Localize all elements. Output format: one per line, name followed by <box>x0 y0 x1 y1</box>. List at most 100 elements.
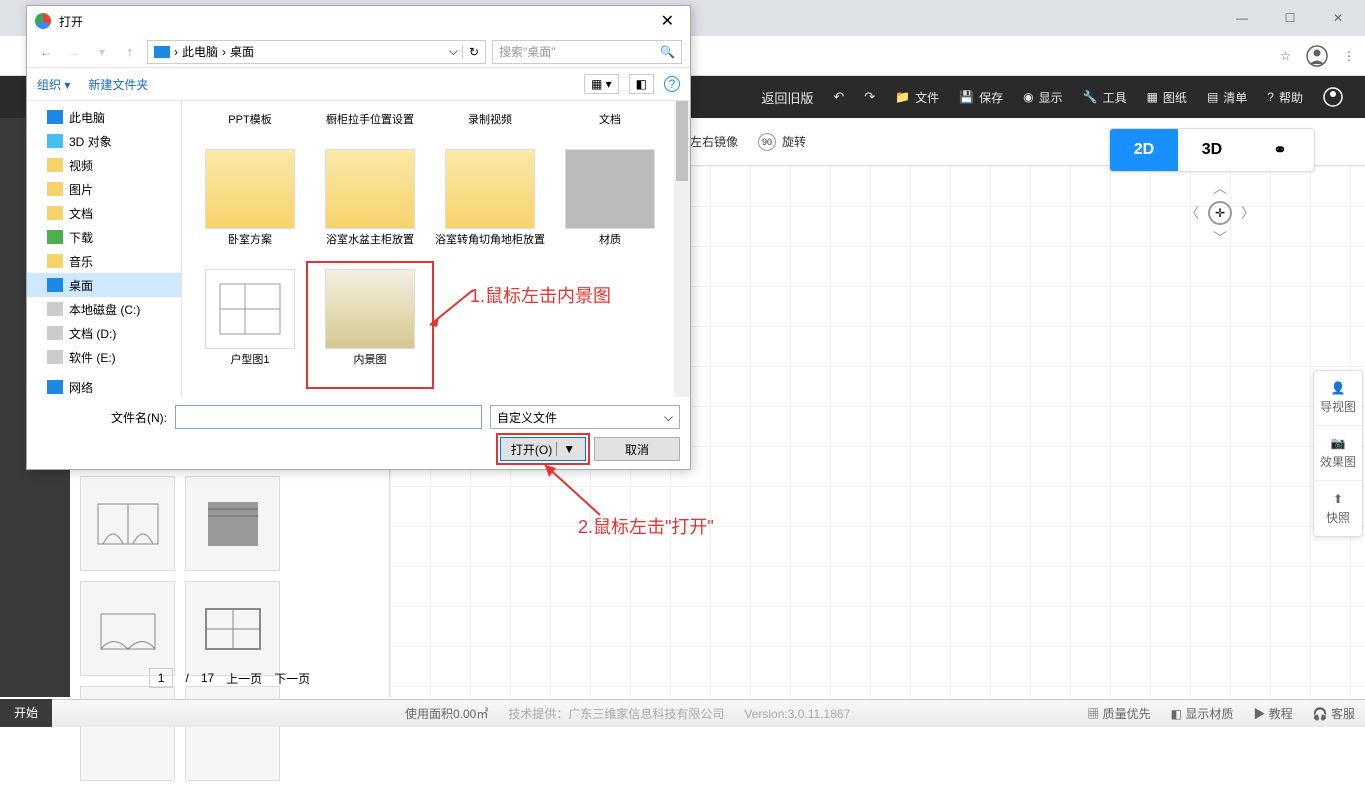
search-icon: 🔍 <box>660 45 675 59</box>
open-dropdown-icon[interactable]: ▼ <box>556 442 575 456</box>
preview-pane-button[interactable]: ◧ <box>629 74 654 94</box>
tree-3d-objects[interactable]: 3D 对象 <box>27 129 181 153</box>
toolbar-undo-icon[interactable]: ↶ <box>823 76 854 118</box>
view-walk-button[interactable]: ⚭ <box>1246 129 1314 171</box>
toolbar-back-old[interactable]: 返回旧版 <box>751 76 823 118</box>
tree-pictures[interactable]: 图片 <box>27 177 181 201</box>
path-dropdown-icon[interactable]: ⌵ <box>449 44 458 59</box>
toolbar-list[interactable]: ▤清单 <box>1197 76 1257 118</box>
nav-compass[interactable]: ︿ ﹀ 〈 〉 ✛ <box>1185 178 1255 248</box>
bookmark-star-icon[interactable]: ☆ <box>1280 49 1291 63</box>
path-segment[interactable]: 桌面 <box>230 43 254 60</box>
chevron-down-icon: ⌵ <box>664 410 673 425</box>
window-close-button[interactable]: ✕ <box>1323 3 1353 33</box>
file-item[interactable]: 户型图1 <box>190 265 310 385</box>
path-refresh-icon[interactable]: ↻ <box>462 45 479 59</box>
dialog-close-button[interactable]: ✕ <box>653 11 682 31</box>
file-item[interactable]: 文档 <box>550 109 670 145</box>
status-bar: 开始 使用面积0.00㎡ 技术提供：广东三维家信息科技有限公司 Version:… <box>0 699 1365 727</box>
view-3d-button[interactable]: 3D <box>1178 129 1246 171</box>
tree-desktop[interactable]: 桌面 <box>27 273 181 297</box>
nav-right-icon[interactable]: 〉 <box>1241 203 1255 223</box>
disk-icon <box>47 326 63 340</box>
wrench-icon: 🔧 <box>1083 90 1098 104</box>
asset-thumbnail[interactable] <box>80 581 175 676</box>
nav-recent-button[interactable]: ▾ <box>91 41 113 63</box>
toolbar-file[interactable]: 📁文件 <box>885 76 949 118</box>
window-maximize-button[interactable]: ☐ <box>1275 3 1305 33</box>
status-material[interactable]: ◧ 显示材质 <box>1171 705 1234 722</box>
file-item[interactable]: PPT模板 <box>190 109 310 145</box>
nav-center-icon[interactable]: ✛ <box>1208 201 1232 225</box>
nav-back-button[interactable]: ← <box>35 41 57 63</box>
nav-left-icon[interactable]: 〈 <box>1185 203 1199 223</box>
tree-this-pc[interactable]: 此电脑 <box>27 105 181 129</box>
file-thumb <box>205 269 295 349</box>
nav-view-button[interactable]: 👤导视图 <box>1314 371 1362 426</box>
snapshot-button[interactable]: ⬆快照 <box>1314 481 1362 536</box>
toolbar-tools[interactable]: 🔧工具 <box>1073 76 1137 118</box>
start-button[interactable]: 开始 <box>0 699 52 727</box>
tree-doc-d[interactable]: 文档 (D:) <box>27 321 181 345</box>
tree-documents[interactable]: 文档 <box>27 201 181 225</box>
pc-icon <box>154 46 170 58</box>
nav-up-button[interactable]: ↑ <box>119 41 141 63</box>
nav-forward-button[interactable]: → <box>63 41 85 63</box>
asset-thumbnail[interactable] <box>80 476 175 571</box>
file-item[interactable]: 浴室水盆主柜放置 <box>310 145 430 265</box>
toolbar-display[interactable]: ◉显示 <box>1013 76 1073 118</box>
path-segment[interactable]: 此电脑 <box>182 43 218 60</box>
annotation-arrow-1 <box>425 285 475 335</box>
file-item-neijing[interactable]: 内景图 <box>310 265 430 385</box>
document-icon <box>47 206 63 220</box>
asset-thumbnail[interactable] <box>185 581 280 676</box>
effect-button[interactable]: 📷效果图 <box>1314 426 1362 481</box>
status-tutorial[interactable]: ▶ 教程 <box>1253 705 1292 722</box>
status-quality[interactable]: ▦ 质量优先 <box>1087 705 1150 722</box>
help-icon[interactable]: ? <box>664 76 680 92</box>
toolbar-help[interactable]: ?帮助 <box>1257 76 1313 118</box>
tree-local-c[interactable]: 本地磁盘 (C:) <box>27 297 181 321</box>
rotate-button[interactable]: 90旋转 <box>758 133 806 151</box>
file-item[interactable]: 材质 <box>550 145 670 265</box>
cancel-button[interactable]: 取消 <box>594 437 680 461</box>
file-item[interactable]: 录制视频 <box>430 109 550 145</box>
page-next[interactable]: 下一页 <box>274 670 310 687</box>
nav-up-icon[interactable]: ︿ <box>1213 178 1227 198</box>
page-current[interactable]: 1 <box>149 668 174 688</box>
tree-videos[interactable]: 视频 <box>27 153 181 177</box>
toolbar-drawing[interactable]: ▦图纸 <box>1137 76 1197 118</box>
new-folder-button[interactable]: 新建文件夹 <box>88 76 148 93</box>
search-input[interactable]: 搜索"桌面" 🔍 <box>492 40 682 64</box>
path-bar[interactable]: › 此电脑 › 桌面 ⌵ ↻ <box>147 40 486 64</box>
snapshot-icon: ⬆ <box>1333 492 1343 506</box>
tree-network[interactable]: 网络 <box>27 375 181 397</box>
nav-down-icon[interactable]: ﹀ <box>1213 228 1227 248</box>
filename-input[interactable] <box>175 405 482 429</box>
window-minimize-button[interactable]: — <box>1227 3 1257 33</box>
file-item[interactable]: 橱柜拉手位置设置 <box>310 109 430 145</box>
toolbar-user-icon[interactable] <box>1313 76 1353 118</box>
view-2d-button[interactable]: 2D <box>1110 129 1178 171</box>
tree-music[interactable]: 音乐 <box>27 249 181 273</box>
file-scrollbar[interactable] <box>674 101 690 397</box>
user-profile-icon[interactable] <box>1306 45 1328 67</box>
toolbar-redo-icon[interactable]: ↷ <box>854 76 885 118</box>
organize-button[interactable]: 组织 ▾ <box>37 76 70 93</box>
browser-menu-icon[interactable]: ⋮ <box>1343 49 1355 63</box>
page-prev[interactable]: 上一页 <box>226 670 262 687</box>
tree-soft-e[interactable]: 软件 (E:) <box>27 345 181 369</box>
file-filter-select[interactable]: 自定义文件⌵ <box>490 405 680 429</box>
page-total: 17 <box>201 671 214 685</box>
file-item[interactable]: 卧室方案 <box>190 145 310 265</box>
view-options-button[interactable]: ▦ ▾ <box>584 74 619 94</box>
list-icon: ▤ <box>1207 90 1218 104</box>
scroll-thumb[interactable] <box>676 101 688 181</box>
asset-thumbnail[interactable] <box>185 476 280 571</box>
toolbar-save[interactable]: 💾保存 <box>949 76 1013 118</box>
tree-downloads[interactable]: 下载 <box>27 225 181 249</box>
status-service[interactable]: 🎧 客服 <box>1313 705 1355 722</box>
mirror-button[interactable]: 左右镜像 <box>690 133 738 150</box>
open-button[interactable]: 打开(O)▼ <box>500 437 586 461</box>
file-item[interactable]: 浴室转角切角地柜放置 <box>430 145 550 265</box>
